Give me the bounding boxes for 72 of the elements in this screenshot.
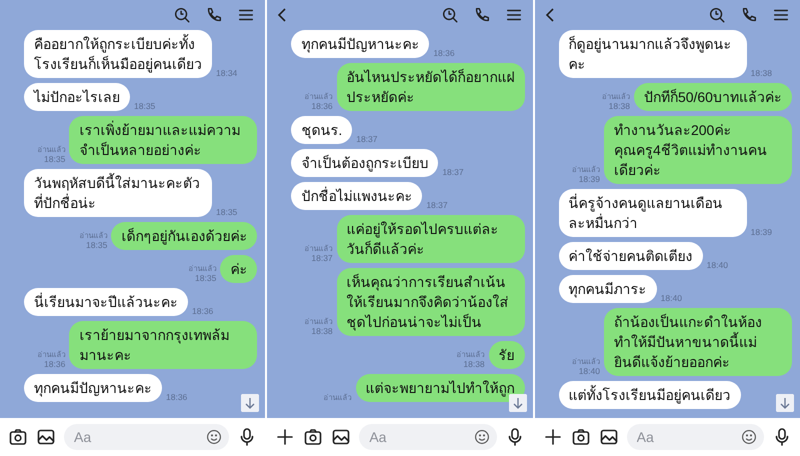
message-field[interactable]: Aa [626,424,764,450]
message-time: 18:38 [311,326,333,336]
message-time: 18:37 [442,167,464,177]
message-time: 18:35 [134,101,156,111]
received-message: จำเป็นต้องถูกระเบียบ [291,149,438,177]
image-icon[interactable] [598,427,619,447]
message-field[interactable]: Aa [64,424,230,450]
search-icon[interactable] [708,6,726,24]
message-time: 18:38 [608,101,630,111]
message-time: 18:37 [356,134,378,144]
message-time: 18:35 [86,240,108,250]
sent-message: ถ้าน้องเป็นแกะดำในห้องทำให้มีปันหาขนาดนี้แม่ยินดีแจ้งย้ายออกค่ะ [604,308,792,376]
sent-message: แค่อยู่ให้รอดไปครบแต่ละวันก็ดีแล้วค่ะ [336,215,525,263]
sent-message: ปักทีก็50/60บาทแล้วค่ะ [634,83,792,111]
received-message: ชุดนร. [291,116,352,144]
scroll-down-icon[interactable] [241,394,260,412]
camera-icon[interactable] [303,427,324,447]
received-message: ไม่ปักอะไรเลย [24,83,130,111]
message-time: 18:39 [750,227,772,237]
plus-icon[interactable] [275,427,296,447]
received-message: ปักชื่อไม่แพงนะคะ [291,182,422,210]
sent-message: เราเพิ่งย้ายมาและแม่ความจำเป็นหลายอย่างค่ะ [69,116,258,164]
phone-icon[interactable] [205,6,224,24]
image-icon[interactable] [331,427,352,447]
received-message: ทุกคนมีปัญหานะคะ [24,374,162,402]
image-icon[interactable] [36,427,56,447]
search-icon[interactable] [440,6,459,24]
received-message: วันพฤหัสบดีนี้ใส่มานะคะตัวที่ปักชื่อน่ะ [24,169,212,217]
message-field[interactable]: Aa [359,424,497,450]
received-message: ค่าใช้จ่ายคนติดเตียง [558,242,703,270]
message-time: 18:36 [44,359,66,369]
back-icon[interactable] [544,7,555,23]
received-message: ก็ดูอยู่นานมากแล้วจึงพูดนะคะ [558,30,747,78]
camera-icon[interactable] [570,427,591,447]
message-time: 18:35 [216,207,238,217]
sent-message: แต่จะพยายามไปทำให้ถูก [356,374,525,402]
message-time: 18:34 [216,68,238,78]
back-icon[interactable] [277,7,288,23]
message-time: 18:36 [311,101,333,111]
sent-message: ทำงานวันละ200ค่ะ คุณครู4ชีวิตแม่ทำงานคนเดียวค่ะ [604,116,792,184]
sent-message: อันไหนประหยัดได้ก็อยากแฝประหยัดค่ะ [336,63,525,111]
received-message: นี่เรียนมาจะปีแล้วนะคะ [24,288,188,316]
message-time: 18:35 [44,154,66,164]
message-time: 18:37 [311,253,333,263]
scroll-down-icon[interactable] [776,394,794,412]
received-message: นี่ครูจ้างคนดูแลยานเดือนละหมื่นกว่า [558,189,747,237]
received-message: แต่ทั้งโรงเรียนมีอยู่คนเดียว [558,381,741,409]
message-time: 18:39 [578,174,600,184]
message-time: 18:38 [750,68,772,78]
message-time: 18:40 [578,366,600,376]
sent-message: ค่ะ [220,255,258,283]
sent-message: รัย [488,341,525,369]
received-message: คืออยากให้ถูกระเบียบค่ะทั้งโรงเรียนก็เห็นมืออยู่คนเดียว [24,30,212,78]
sent-message: เด็กๆอยู่กันเองด้วยค่ะ [111,222,258,250]
message-time: 18:36 [166,392,188,402]
emoji-icon[interactable] [474,429,490,445]
plus-icon[interactable] [542,427,563,447]
emoji-icon[interactable] [740,429,757,445]
sent-message: เห็นคุณว่าการเรียนสำเน้นให้เรียนมากจึงคิดว่าน้องใส่ชุดไปก่อนน่าจะไม่เป็น [336,268,525,336]
message-time: 18:37 [426,200,448,210]
message-time: 18:36 [192,306,214,316]
emoji-icon[interactable] [206,429,222,445]
search-icon[interactable] [173,6,192,24]
message-time: 18:38 [463,359,485,369]
received-message: ทุกคนมีภาระ [558,275,657,303]
message-time: 18:40 [660,293,682,303]
received-message: ทุกคนมีปัญหานะคะ [291,30,430,58]
message-time: 18:35 [195,273,216,283]
message-time: 18:36 [433,48,455,58]
camera-icon[interactable] [8,427,28,447]
sent-message: เราย้ายมาจากกรุงเทพล้มมานะคะ [69,321,258,369]
message-time: 18:40 [706,260,728,270]
